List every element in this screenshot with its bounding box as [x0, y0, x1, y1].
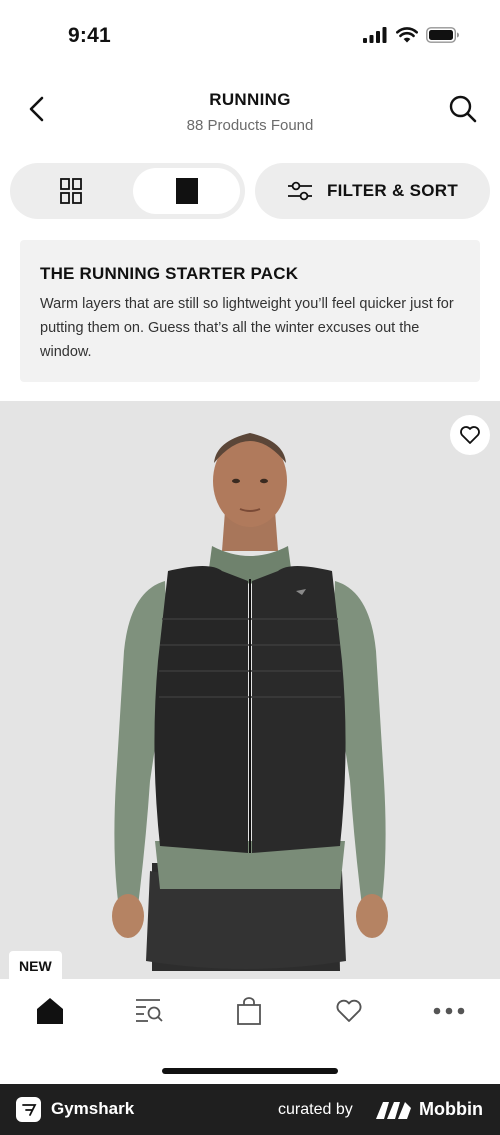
promo-title: THE RUNNING STARTER PACK — [40, 264, 299, 283]
page-title: RUNNING — [209, 90, 291, 109]
promo-body: Warm layers that are still so lightweigh… — [40, 296, 454, 360]
footer-curated-by: curated by — [278, 1101, 353, 1118]
search-button[interactable] — [446, 92, 480, 126]
home-icon — [37, 998, 63, 1024]
header: RUNNING 88 Products Found — [0, 72, 500, 152]
home-indicator — [162, 1068, 338, 1074]
toolbar: FILTER & SORT — [10, 163, 490, 219]
tab-more[interactable] — [419, 993, 479, 1029]
footer-app-name: Gymshark — [51, 1099, 135, 1118]
tab-bag[interactable] — [219, 993, 279, 1029]
grid-icon — [59, 178, 82, 204]
status-bar: 9:41 — [0, 0, 500, 72]
attribution-footer: Gymshark curated by Mobbin — [0, 1084, 500, 1135]
single-view-icon — [175, 178, 198, 204]
bag-icon — [237, 997, 261, 1025]
promo-card: THE RUNNING STARTER PACK Warm layers tha… — [20, 240, 480, 382]
grid-view-button[interactable] — [18, 168, 123, 214]
sliders-icon — [287, 181, 312, 201]
single-view-button[interactable] — [133, 168, 240, 214]
view-toggle — [10, 163, 245, 219]
filter-sort-label: FILTER & SORT — [326, 181, 459, 200]
tab-home[interactable] — [20, 993, 80, 1029]
tab-search[interactable] — [119, 993, 179, 1029]
new-badge: NEW — [9, 951, 62, 979]
status-icons — [363, 27, 460, 43]
more-icon — [433, 1007, 465, 1015]
battery-icon — [426, 27, 459, 43]
footer-brand: Mobbin — [419, 1099, 483, 1119]
wifi-icon — [396, 27, 418, 43]
tab-bar — [0, 979, 500, 1084]
heart-icon — [336, 999, 362, 1022]
tab-wishlist[interactable] — [319, 993, 379, 1029]
heart-outline-icon — [460, 426, 480, 444]
search-list-icon — [136, 999, 163, 1022]
product-count: 88 Products Found — [186, 117, 314, 134]
wishlist-button[interactable] — [450, 415, 490, 455]
signal-icon — [363, 27, 387, 43]
status-time: 9:41 — [68, 24, 111, 47]
product-image — [112, 433, 388, 971]
filter-sort-button[interactable]: FILTER & SORT — [255, 163, 490, 219]
mobbin-logo-icon — [376, 1102, 411, 1119]
product-card[interactable]: NEW — [0, 401, 500, 979]
search-icon — [449, 95, 477, 123]
gymshark-logo-icon — [16, 1097, 41, 1122]
